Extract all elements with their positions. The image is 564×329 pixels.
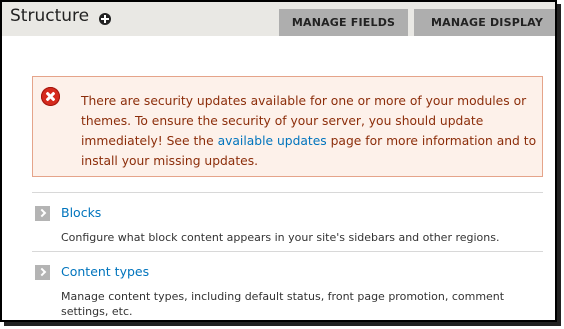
blocks-link[interactable]: Blocks: [61, 205, 101, 220]
blocks-description: Configure what block content appears in …: [61, 231, 500, 244]
chevron-right-icon[interactable]: [35, 206, 50, 221]
available-updates-link[interactable]: available updates: [218, 134, 327, 148]
tab-manage-fields[interactable]: MANAGE FIELDS: [279, 9, 408, 36]
list-item-content-types: Content types Manage content types, incl…: [32, 251, 543, 320]
window-frame: Structure MANAGE FIELDS MANAGE DISPLAY T…: [0, 0, 557, 322]
page-title: Structure: [10, 6, 90, 26]
security-alert: There are security updates available for…: [32, 76, 543, 177]
alert-message: There are security updates available for…: [81, 91, 539, 171]
list-item-blocks: Blocks Configure what block content appe…: [32, 192, 543, 251]
error-icon: [41, 87, 60, 106]
tab-manage-display[interactable]: MANAGE DISPLAY: [414, 9, 555, 36]
admin-list: Blocks Configure what block content appe…: [32, 192, 543, 320]
plus-circle-icon[interactable]: [99, 13, 111, 25]
chevron-right-icon[interactable]: [35, 265, 50, 280]
content-types-link[interactable]: Content types: [61, 264, 149, 279]
content-types-description: Manage content types, including default …: [61, 290, 505, 318]
page-header: Structure MANAGE FIELDS MANAGE DISPLAY: [2, 2, 555, 36]
